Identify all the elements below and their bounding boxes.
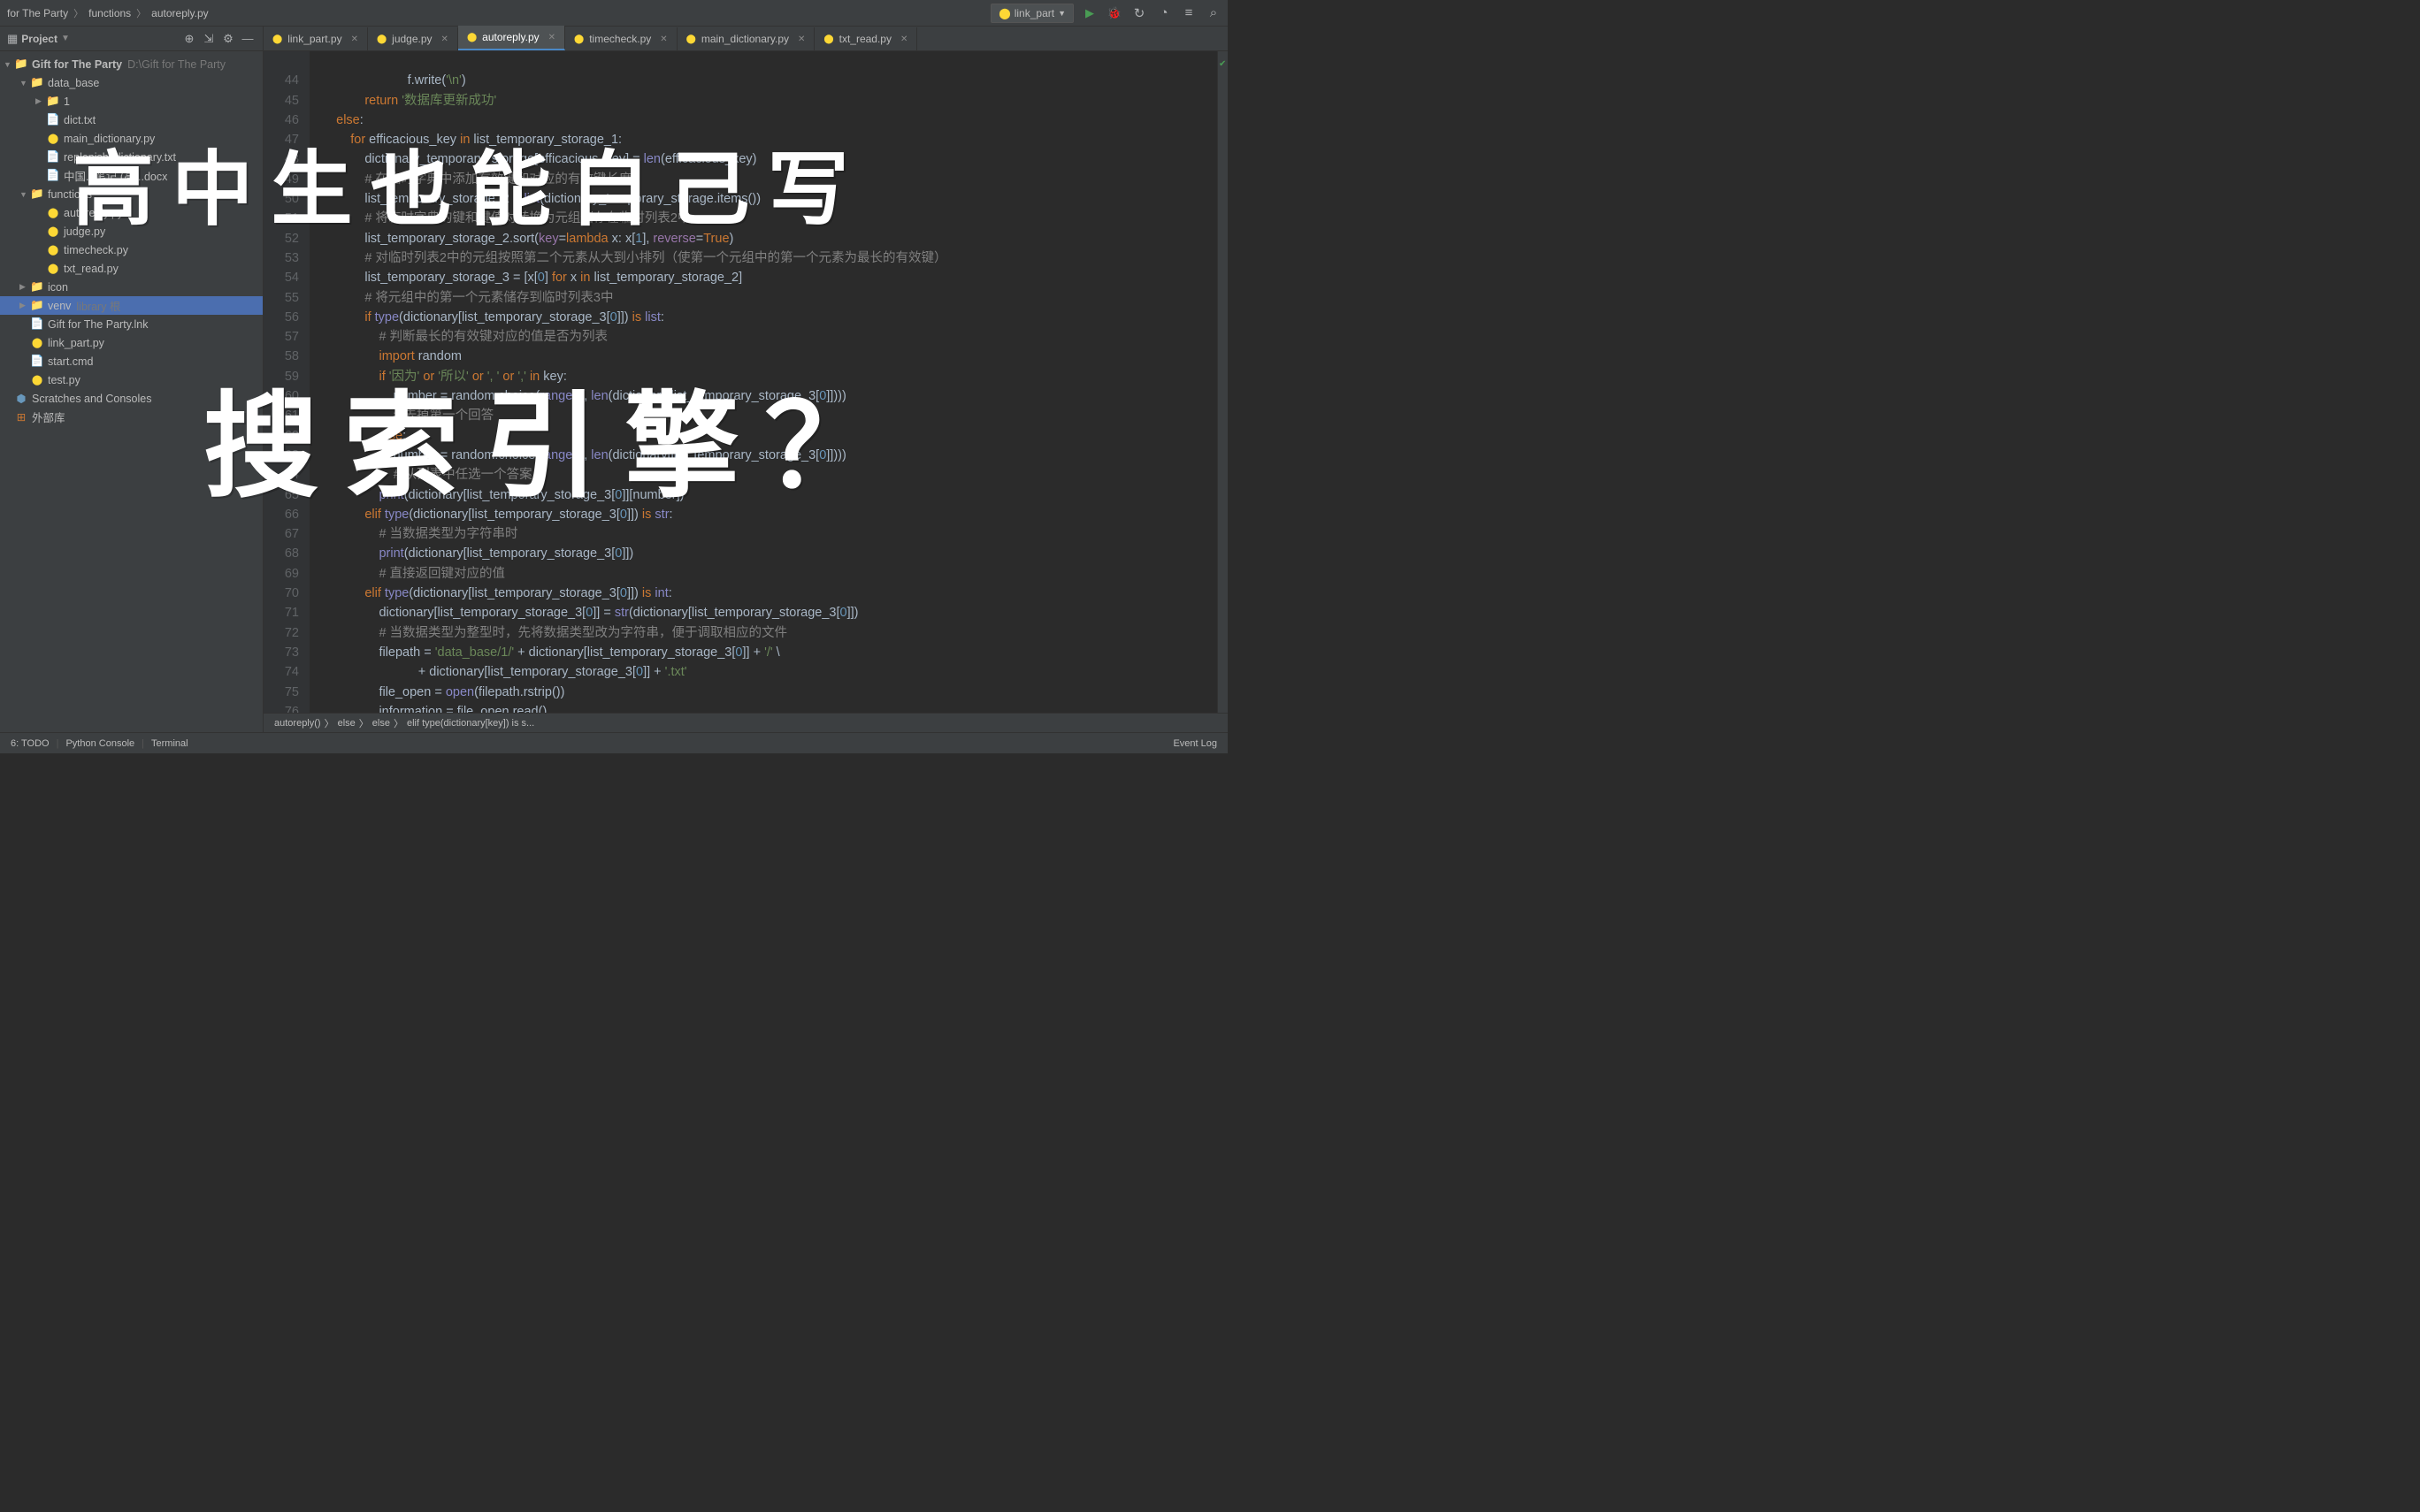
breadcrumb-item[interactable]: autoreply.py: [151, 7, 208, 19]
chevron-right-icon: 〉: [136, 6, 146, 20]
python-file-icon: ⬤: [823, 34, 833, 44]
tree-item[interactable]: ▶📁1: [0, 92, 263, 111]
tree-item[interactable]: 📄start.cmd: [0, 352, 263, 370]
python-file-icon: ⬤: [46, 132, 60, 146]
tree-item[interactable]: ▶📁icon: [0, 278, 263, 296]
more-icon[interactable]: ≡: [1182, 6, 1196, 20]
editor-tab[interactable]: ⬤autoreply.py✕: [458, 26, 565, 50]
status-terminal[interactable]: Terminal: [151, 738, 188, 749]
tree-item[interactable]: ⬤timecheck.py: [0, 241, 263, 259]
tree-external-libs[interactable]: ⊞ 外部库: [0, 408, 263, 426]
folder-icon: 📁: [30, 76, 44, 90]
tree-item[interactable]: ▼📁data_base: [0, 73, 263, 92]
run-config-selector[interactable]: ⬤ link_part ▼: [991, 4, 1074, 23]
external-libs-icon: ⊞: [14, 410, 28, 424]
editor-tab[interactable]: ⬤txt_read.py✕: [815, 27, 917, 50]
folder-icon: 📁: [14, 57, 28, 72]
status-console[interactable]: Python Console: [65, 738, 134, 749]
tree-item[interactable]: 📄dict.txt: [0, 111, 263, 129]
status-bar: 6: TODO| Python Console| Terminal Event …: [0, 732, 1228, 753]
line-gutter: 4445464748495051525354555657585960616263…: [264, 51, 310, 713]
python-file-icon: ⬤: [46, 262, 60, 276]
folder-icon: 📁: [46, 95, 60, 109]
editor-tab[interactable]: ⬤judge.py✕: [368, 27, 458, 50]
tree-item[interactable]: 📄replenish_dictionary.txt: [0, 148, 263, 166]
panel-title[interactable]: Project: [21, 33, 57, 45]
breadcrumbs: for The Party 〉 functions 〉 autoreply.py: [7, 6, 991, 20]
main-content: ▦ Project ▼ ⊕ ⇲ ⚙ — ▼📁 Gift for The Part…: [0, 27, 1228, 732]
python-file-icon: ⬤: [30, 373, 44, 387]
breadcrumb-item[interactable]: for The Party: [7, 7, 68, 19]
editor-tab[interactable]: ⬤link_part.py✕: [264, 27, 368, 50]
profile-icon[interactable]: ◔: [1157, 6, 1171, 20]
close-icon[interactable]: ✕: [441, 34, 448, 44]
python-file-icon: ⬤: [686, 34, 696, 44]
python-file-icon: ⬤: [30, 336, 44, 350]
close-icon[interactable]: ✕: [798, 34, 805, 44]
run-icon[interactable]: ▶: [1083, 6, 1097, 20]
inspection-gutter: ✔: [1217, 51, 1228, 713]
toolbar-actions: ▶ 🐞 ↻ ◔ ≡ ⌕: [1083, 6, 1221, 20]
editor-area: ⬤link_part.py✕⬤judge.py✕⬤autoreply.py✕⬤t…: [264, 27, 1228, 732]
tree-item[interactable]: 📄Gift for The Party.lnk: [0, 315, 263, 333]
project-icon: ▦: [7, 32, 18, 46]
file-icon: 📄: [46, 113, 60, 127]
close-icon[interactable]: ✕: [351, 34, 358, 44]
coverage-icon[interactable]: ↻: [1132, 6, 1146, 20]
project-tree[interactable]: ▼📁 Gift for The Party D:\Gift for The Pa…: [0, 51, 263, 732]
minimize-icon[interactable]: —: [240, 31, 256, 47]
python-file-icon: ⬤: [272, 34, 282, 44]
editor-breadcrumb: autoreply()〉 else〉 else〉 elif type(dicti…: [264, 713, 1228, 732]
chevron-right-icon: 〉: [73, 6, 83, 20]
python-file-icon: ⬤: [46, 243, 60, 257]
tree-item[interactable]: ⬤test.py: [0, 370, 263, 389]
code-body[interactable]: f.write('\n') return '数据库更新成功' else: for…: [310, 51, 1217, 713]
tree-scratches[interactable]: ⬢ Scratches and Consoles: [0, 389, 263, 408]
collapse-icon[interactable]: ⇲: [201, 31, 217, 47]
file-icon: 📄: [30, 317, 44, 332]
close-icon[interactable]: ✕: [548, 33, 555, 42]
chevron-down-icon[interactable]: ▼: [61, 34, 70, 43]
tree-root[interactable]: ▼📁 Gift for The Party D:\Gift for The Pa…: [0, 55, 263, 73]
scratches-icon: ⬢: [14, 392, 28, 406]
file-icon: 📄: [30, 355, 44, 369]
tree-item[interactable]: ▶📁venvlibrary 根: [0, 296, 263, 315]
folder-icon: 📁: [30, 299, 44, 313]
file-icon: 📄: [46, 150, 60, 164]
python-file-icon: ⬤: [46, 225, 60, 239]
python-file-icon: ⬤: [467, 33, 477, 42]
python-file-icon: ⬤: [574, 34, 584, 44]
project-panel-header: ▦ Project ▼ ⊕ ⇲ ⚙ —: [0, 27, 263, 51]
tree-item[interactable]: 📄中国...笔记 (高...docx: [0, 166, 263, 185]
gear-icon[interactable]: ⚙: [220, 31, 236, 47]
checkmark-icon: ✔: [1219, 55, 1226, 74]
status-eventlog[interactable]: Event Log: [1173, 738, 1217, 749]
editor-tabs: ⬤link_part.py✕⬤judge.py✕⬤autoreply.py✕⬤t…: [264, 27, 1228, 51]
project-tool-window: ▦ Project ▼ ⊕ ⇲ ⚙ — ▼📁 Gift for The Part…: [0, 27, 264, 732]
python-icon: ⬤: [999, 7, 1010, 19]
debug-icon[interactable]: 🐞: [1107, 6, 1122, 20]
top-bar: for The Party 〉 functions 〉 autoreply.py…: [0, 0, 1228, 27]
folder-icon: 📁: [30, 187, 44, 202]
editor-tab[interactable]: ⬤main_dictionary.py✕: [678, 27, 816, 50]
python-file-icon: ⬤: [46, 206, 60, 220]
close-icon[interactable]: ✕: [900, 34, 908, 44]
folder-icon: 📁: [30, 280, 44, 294]
python-file-icon: ⬤: [377, 34, 387, 44]
editor-tab[interactable]: ⬤timecheck.py✕: [565, 27, 678, 50]
close-icon[interactable]: ✕: [660, 34, 667, 44]
file-icon: 📄: [46, 169, 60, 183]
search-icon[interactable]: ⌕: [1206, 6, 1221, 20]
tree-item[interactable]: ⬤txt_read.py: [0, 259, 263, 278]
breadcrumb-item[interactable]: functions: [88, 7, 131, 19]
tree-item[interactable]: ⬤main_dictionary.py: [0, 129, 263, 148]
tree-item[interactable]: ⬤link_part.py: [0, 333, 263, 352]
tree-item[interactable]: ⬤autoreply.py: [0, 203, 263, 222]
status-todo[interactable]: 6: TODO: [11, 738, 50, 749]
tree-item[interactable]: ▼📁functions: [0, 185, 263, 203]
tree-item[interactable]: ⬤judge.py: [0, 222, 263, 241]
chevron-down-icon: ▼: [1058, 9, 1066, 18]
code-editor[interactable]: 4445464748495051525354555657585960616263…: [264, 51, 1228, 713]
target-icon[interactable]: ⊕: [181, 31, 197, 47]
